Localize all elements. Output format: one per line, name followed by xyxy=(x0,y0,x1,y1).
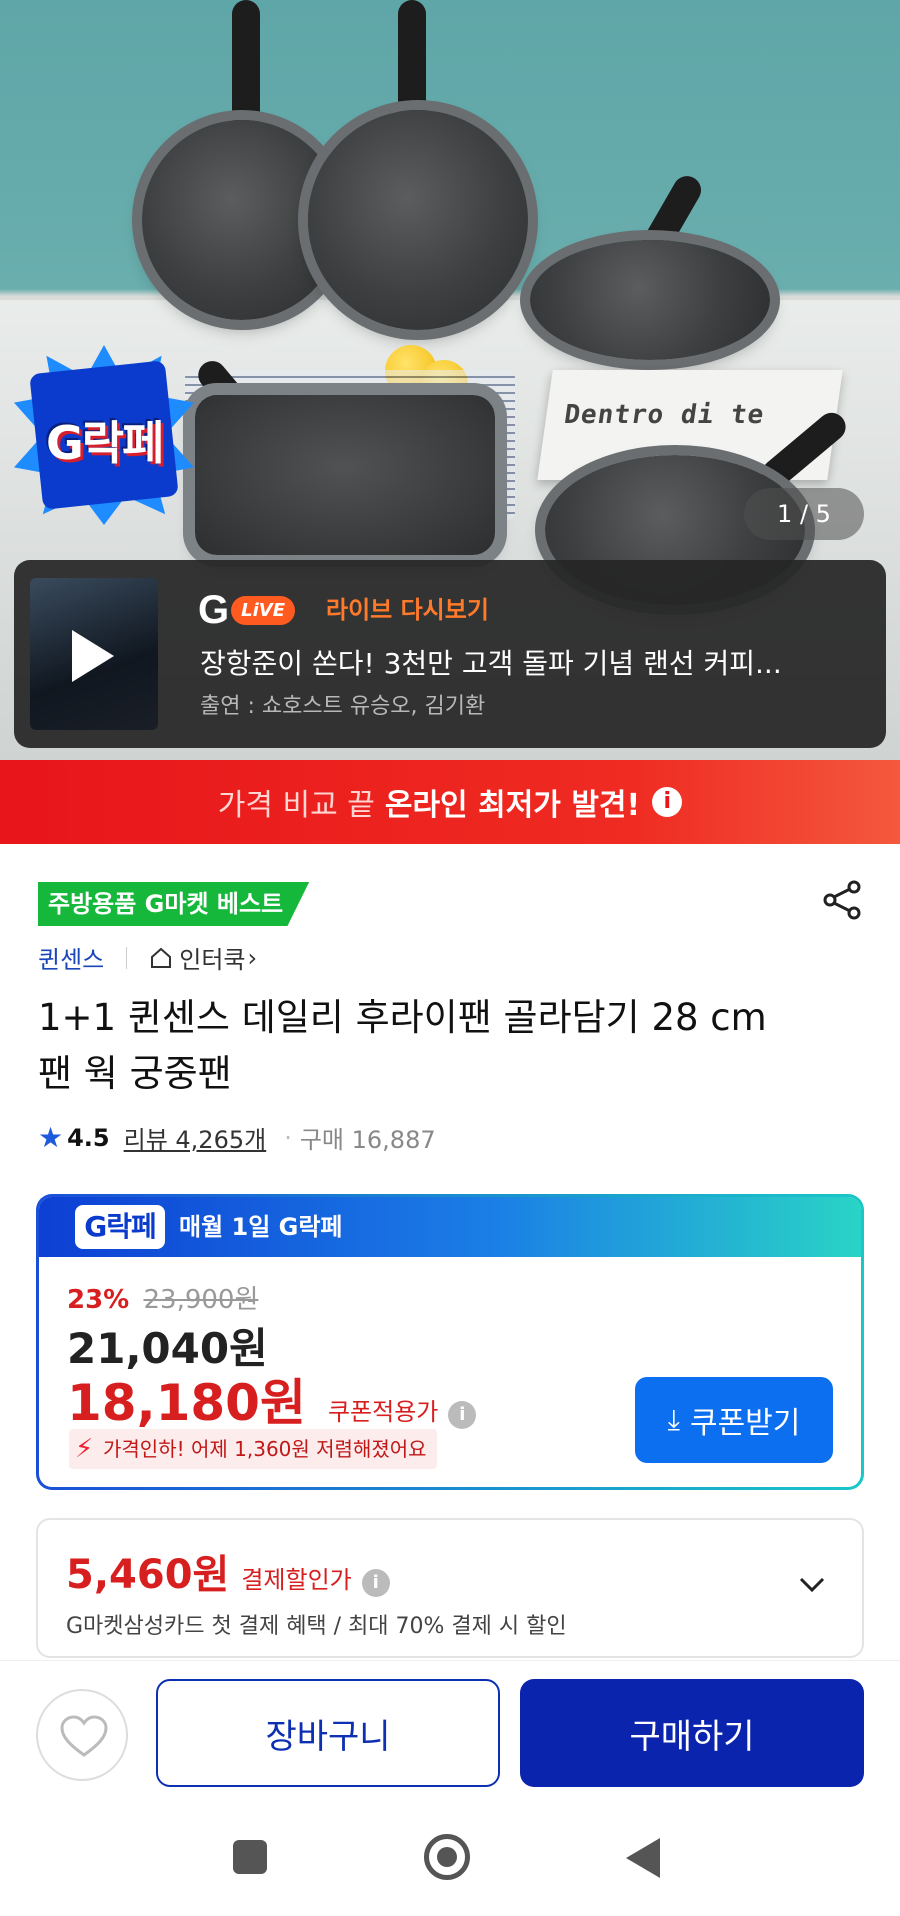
brand-link[interactable]: 퀸센스 xyxy=(38,940,104,975)
system-navigation-bar xyxy=(0,1796,900,1916)
g-live-logo: G LiVE xyxy=(198,587,295,632)
rating-score: 4.5 xyxy=(67,1123,110,1152)
live-replay-card[interactable]: G LiVE 라이브 다시보기 장항준이 쏜다! 3천만 고객 돌파 기념 랜선… xyxy=(14,560,886,748)
home-button-icon[interactable] xyxy=(424,1834,470,1880)
festival-text: 매월 1일 G락페 xyxy=(179,1213,343,1241)
live-pill: LiVE xyxy=(231,595,295,625)
coupon-price-label: 쿠폰적용가 xyxy=(327,1398,439,1426)
best-seller-tag[interactable]: 주방용품 G마켓 베스트 xyxy=(38,882,310,926)
store-name: 인터쿡 xyxy=(179,946,246,974)
store-link[interactable]: 인터쿡 › xyxy=(149,940,257,975)
banner-strong-text: 온라인 최저가 발견! xyxy=(384,788,641,823)
image-counter: 1 / 5 xyxy=(744,488,864,540)
banner-light-text: 가격 비교 끝 xyxy=(217,788,375,823)
g-festival-badge: G락페 xyxy=(14,345,194,525)
info-icon[interactable]: i xyxy=(361,1569,390,1597)
share-icon[interactable] xyxy=(820,878,864,922)
star-icon: ★ xyxy=(38,1121,64,1154)
heart-icon xyxy=(60,1715,108,1757)
frying-pan xyxy=(308,110,528,330)
price-box-header: G락페 매월 1일 G락페 xyxy=(39,1197,861,1257)
download-icon: ⤓ xyxy=(667,1403,680,1435)
brand-row: 퀸센스 인터쿡 › xyxy=(38,940,257,975)
badge-text: G락페 xyxy=(46,416,164,470)
info-icon[interactable]: i xyxy=(652,787,683,817)
price-drop-arrow-icon: ⚡ xyxy=(75,1434,94,1464)
book-title: Dentro di te xyxy=(562,400,767,430)
dot-separator: · xyxy=(284,1123,292,1152)
price-drop-note: ⚡ 가격인하! 어제 1,360원 저렴해졌어요 xyxy=(69,1429,437,1469)
coupon-price-row: 18,180원 쿠폰적용가 i xyxy=(67,1363,477,1435)
chevron-down-icon[interactable] xyxy=(798,1570,826,1598)
live-video-thumbnail[interactable] xyxy=(30,578,158,730)
live-replay-label: 라이브 다시보기 xyxy=(326,596,489,624)
payment-discount-card[interactable]: 5,460원 결제할인가 i G마켓삼성카드 첫 결제 혜택 / 최대 70% … xyxy=(36,1518,864,1658)
wishlist-button[interactable] xyxy=(36,1689,128,1781)
bottom-action-bar: 장바구니 구매하기 xyxy=(0,1660,900,1796)
home-icon xyxy=(151,947,172,968)
original-price: 23,900원 xyxy=(143,1285,259,1315)
wok xyxy=(530,240,770,360)
coupon-price: 18,180원 xyxy=(67,1374,306,1432)
product-title: 1+1 퀸센스 데일리 후라이팬 골라담기 28 cm 팬 웍 궁중팬 xyxy=(38,996,767,1095)
chevron-right-icon: › xyxy=(247,943,258,972)
lowest-price-banner[interactable]: 가격 비교 끝 온라인 최저가 발견! i xyxy=(0,760,900,844)
payment-discount-description: G마켓삼성카드 첫 결제 혜택 / 최대 70% 결제 시 할인 xyxy=(66,1614,567,1639)
g-logo-letter: G xyxy=(198,587,230,632)
buy-now-button[interactable]: 구매하기 xyxy=(520,1679,864,1787)
back-icon[interactable] xyxy=(626,1838,660,1878)
live-title: 장항준이 쏜다! 3천만 고객 돌파 기념 랜선 커피... xyxy=(200,647,782,680)
payment-discount-price: 5,460원 xyxy=(66,1552,230,1598)
payment-discount-label: 결제할인가 xyxy=(241,1566,352,1594)
get-coupon-button[interactable]: ⤓ 쿠폰받기 xyxy=(635,1377,833,1463)
live-cast: 출연 : 쇼호스트 유승오, 김기환 xyxy=(200,694,486,719)
play-icon xyxy=(72,630,114,682)
review-count-link[interactable]: 리뷰 4,265개 xyxy=(124,1120,267,1155)
price-box: G락페 매월 1일 G락페 23% 23,900원 21,040원 18,180… xyxy=(36,1194,864,1490)
info-icon[interactable]: i xyxy=(448,1401,477,1429)
divider xyxy=(126,946,128,969)
square-pan xyxy=(195,395,495,555)
recent-apps-icon[interactable] xyxy=(233,1840,267,1874)
price-drop-text: 가격인하! 어제 1,360원 저렴해졌어요 xyxy=(103,1437,427,1461)
rating-row: ★ 4.5 리뷰 4,265개 · 구매 16,887 xyxy=(38,1120,436,1155)
payment-discount-row: 5,460원 결제할인가 i xyxy=(66,1542,390,1600)
purchase-count: 구매 16,887 xyxy=(299,1126,436,1154)
g-festival-logo: G락페 xyxy=(75,1205,165,1249)
discount-percent: 23% xyxy=(67,1285,130,1315)
discount-row: 23% 23,900원 xyxy=(67,1279,258,1316)
add-to-cart-button[interactable]: 장바구니 xyxy=(156,1679,500,1787)
coupon-button-label: 쿠폰받기 xyxy=(689,1407,801,1440)
